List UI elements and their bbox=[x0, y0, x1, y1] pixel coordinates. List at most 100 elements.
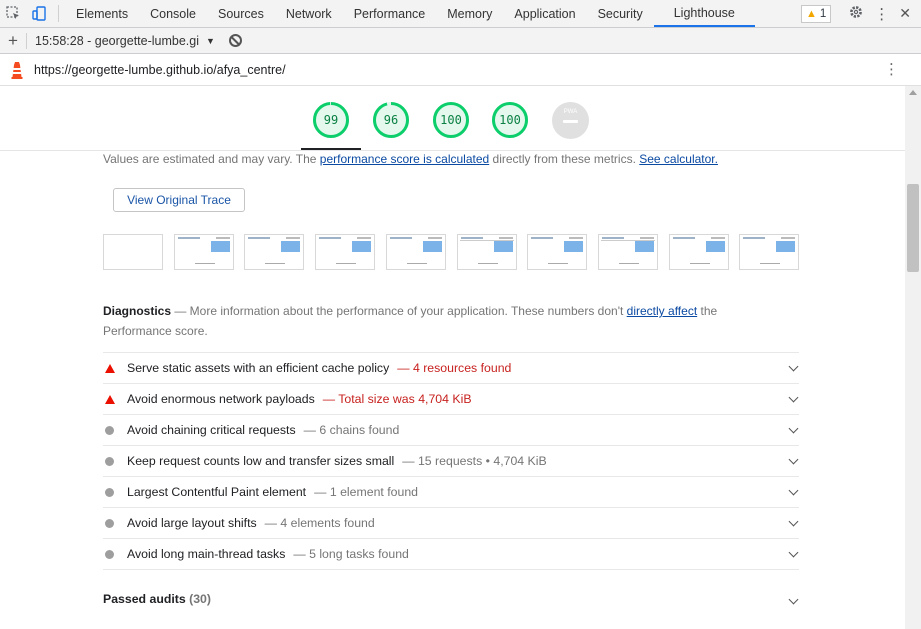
score-value: 96 bbox=[383, 113, 399, 127]
audit-display-value: — 15 requests • 4,704 KiB bbox=[402, 454, 547, 468]
report-selector-label: 15:58:28 - georgette-lumbe.gi bbox=[35, 33, 199, 48]
devtools-tab-bar: Elements Console Sources Network Performance… bbox=[0, 0, 921, 28]
filmstrip-frame bbox=[244, 234, 305, 270]
tab-network[interactable]: Network bbox=[275, 0, 343, 27]
pwa-badge[interactable]: PWA bbox=[552, 102, 589, 139]
tab-performance[interactable]: Performance bbox=[343, 0, 437, 27]
report-content: 99 96 100 100 PWA Values are estimated and … bbox=[0, 86, 905, 629]
fail-triangle-icon bbox=[103, 394, 127, 404]
tab-memory[interactable]: Memory bbox=[436, 0, 503, 27]
info-dot-icon bbox=[103, 549, 127, 559]
metrics-note-prefix: Values are estimated and may vary. The bbox=[103, 152, 320, 166]
audit-row[interactable]: Avoid large layout shifts — 4 elements fo… bbox=[103, 508, 799, 539]
metrics-note-middle: directly from these metrics. bbox=[489, 152, 640, 166]
audit-title: Largest Contentful Paint element bbox=[127, 485, 307, 499]
tab-security[interactable]: Security bbox=[587, 0, 654, 27]
chevron-down-icon bbox=[788, 454, 799, 465]
tab-lighthouse[interactable]: Lighthouse bbox=[653, 0, 755, 27]
audit-title: Avoid chaining critical requests bbox=[127, 423, 296, 437]
score-value: 100 bbox=[440, 113, 462, 127]
new-report-plus-icon[interactable]: + bbox=[0, 31, 26, 51]
see-calculator-link[interactable]: See calculator. bbox=[639, 152, 718, 166]
audit-display-value: — 4 elements found bbox=[264, 516, 375, 530]
chevron-down-icon bbox=[788, 594, 799, 605]
warnings-badge[interactable]: ▲ 1 bbox=[800, 4, 832, 23]
filmstrip-frame bbox=[385, 234, 446, 270]
device-toolbar-icon[interactable] bbox=[26, 0, 52, 27]
passed-audits-group[interactable]: Passed audits (30) bbox=[103, 592, 799, 610]
audit-display-value: — 4 resources found bbox=[397, 361, 512, 375]
dropdown-caret-icon: ▼ bbox=[206, 35, 215, 46]
audit-row[interactable]: Largest Contentful Paint element — 1 elem… bbox=[103, 477, 799, 508]
passed-audits-count: (30) bbox=[189, 592, 211, 606]
audit-title: Serve static assets with an efficient ca… bbox=[127, 361, 390, 375]
audit-row[interactable]: Keep request counts low and transfer siz… bbox=[103, 446, 799, 477]
directly-affect-link[interactable]: directly affect bbox=[627, 304, 697, 318]
passed-audits-label: Passed audits bbox=[103, 592, 186, 606]
scroll-up-arrow-icon[interactable] bbox=[909, 90, 917, 95]
metrics-note: Values are estimated and may vary. The p… bbox=[103, 152, 718, 166]
settings-gear-icon[interactable] bbox=[848, 4, 864, 23]
audit-row[interactable]: Serve static assets with an efficient ca… bbox=[103, 353, 799, 384]
lighthouse-logo-icon bbox=[0, 61, 34, 79]
tab-application[interactable]: Application bbox=[503, 0, 586, 27]
audit-row[interactable]: Avoid enormous network payloads — Total s… bbox=[103, 384, 799, 415]
tab-sources[interactable]: Sources bbox=[207, 0, 275, 27]
chevron-down-icon bbox=[788, 423, 799, 434]
lighthouse-toolbar: + 15:58:28 - georgette-lumbe.gi ▼ bbox=[0, 28, 921, 54]
tab-elements[interactable]: Elements bbox=[65, 0, 139, 27]
score-calculated-link[interactable]: performance score is calculated bbox=[320, 152, 489, 166]
audit-row[interactable]: Avoid chaining critical requests — 6 chai… bbox=[103, 415, 799, 446]
score-gauges-bar: 99 96 100 100 PWA bbox=[0, 86, 905, 151]
view-original-trace-button[interactable]: View Original Trace bbox=[113, 188, 245, 212]
inspect-element-icon[interactable] bbox=[0, 0, 26, 27]
chevron-down-icon bbox=[788, 516, 799, 527]
audit-title: Avoid long main-thread tasks bbox=[127, 547, 286, 561]
audit-display-value: — 6 chains found bbox=[303, 423, 400, 437]
audit-title: Avoid enormous network payloads bbox=[127, 392, 315, 406]
diagnostics-header: Diagnostics — More information about the… bbox=[103, 301, 763, 341]
score-value: 100 bbox=[499, 113, 521, 127]
score-value: 99 bbox=[323, 113, 339, 127]
info-dot-icon bbox=[103, 456, 127, 466]
chevron-down-icon bbox=[788, 485, 799, 496]
warning-count: 1 bbox=[819, 7, 827, 20]
clear-reports-icon[interactable] bbox=[228, 34, 242, 47]
filmstrip-frame bbox=[527, 234, 588, 270]
info-dot-icon bbox=[103, 425, 127, 435]
toolbar-divider bbox=[58, 5, 59, 22]
tab-console[interactable]: Console bbox=[139, 0, 207, 27]
pwa-dash-icon bbox=[563, 120, 578, 123]
filmstrip-frame bbox=[739, 234, 800, 270]
audit-display-value: — Total size was 4,704 KiB bbox=[322, 392, 472, 406]
filmstrip-frame bbox=[456, 234, 517, 270]
filmstrip-frame bbox=[315, 234, 376, 270]
diagnostics-desc-prefix: — More information about the performance… bbox=[171, 304, 627, 318]
close-devtools-icon[interactable]: ✕ bbox=[899, 5, 911, 22]
chevron-down-icon bbox=[788, 547, 799, 558]
audit-display-value: — 1 element found bbox=[314, 485, 419, 499]
toolbar-divider bbox=[26, 32, 27, 49]
score-gauge[interactable]: 99 bbox=[312, 101, 350, 139]
report-selector[interactable]: 15:58:28 - georgette-lumbe.gi ▼ bbox=[35, 34, 215, 48]
audit-row[interactable]: Avoid long main-thread tasks — 5 long tas… bbox=[103, 539, 799, 570]
diagnostics-audit-list: Serve static assets with an efficient ca… bbox=[103, 352, 799, 570]
info-dot-icon bbox=[103, 487, 127, 497]
pwa-label: PWA bbox=[563, 109, 578, 115]
tested-url[interactable]: https://georgette-lumbe.github.io/afya_c… bbox=[34, 63, 286, 77]
report-menu-icon[interactable]: ⋮ bbox=[884, 62, 899, 77]
score-gauge[interactable]: 100 bbox=[491, 101, 529, 139]
active-gauge-indicator bbox=[301, 148, 361, 150]
scrollbar-thumb[interactable] bbox=[907, 184, 919, 272]
filmstrip-frame bbox=[668, 234, 729, 270]
more-options-icon[interactable]: ⋮ bbox=[870, 5, 893, 23]
vertical-scrollbar[interactable] bbox=[905, 86, 921, 629]
filmstrip-frame bbox=[173, 234, 234, 270]
filmstrip-frame bbox=[597, 234, 658, 270]
filmstrip-frame bbox=[103, 234, 163, 270]
score-gauge[interactable]: 96 bbox=[372, 101, 410, 139]
audit-title: Avoid large layout shifts bbox=[127, 516, 257, 530]
warning-icon: ▲ bbox=[805, 7, 817, 20]
score-gauge[interactable]: 100 bbox=[432, 101, 470, 139]
chevron-down-icon bbox=[788, 361, 799, 372]
